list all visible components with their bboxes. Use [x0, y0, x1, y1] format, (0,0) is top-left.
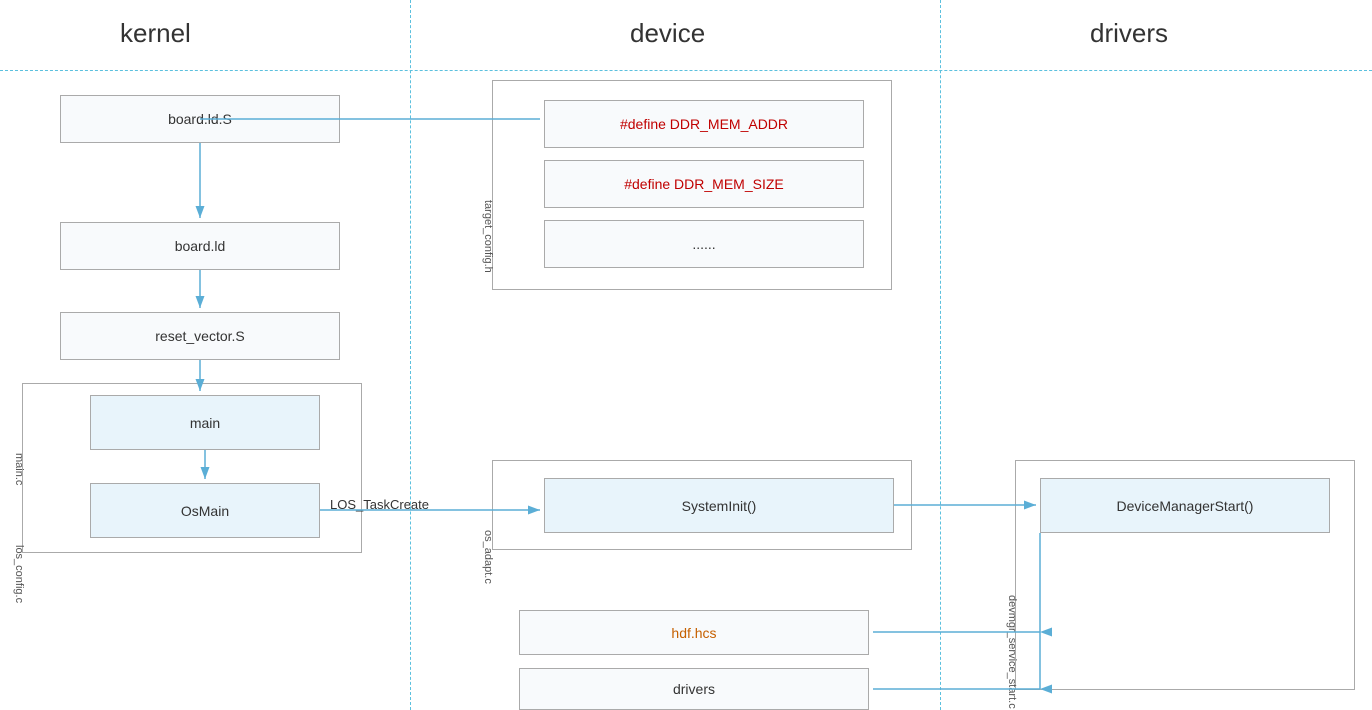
box-system-init: SystemInit() [544, 478, 894, 533]
box-hdf-hcs: hdf.hcs [519, 610, 869, 655]
box-drivers: drivers [519, 668, 869, 710]
box-define-ddr-size: #define DDR_MEM_SIZE [544, 160, 864, 208]
box-main: main [90, 395, 320, 450]
box-define-ddr-addr: #define DDR_MEM_ADDR [544, 100, 864, 148]
header-device: device [630, 18, 705, 49]
header-kernel: kernel [120, 18, 191, 49]
diagram: kernel device drivers main.c los_config.… [0, 0, 1372, 710]
label-os-adapt: os_adapt.c [482, 530, 494, 584]
box-osmain: OsMain [90, 483, 320, 538]
label-los-config: los_config.c [13, 545, 25, 603]
box-device-mgr: DeviceManagerStart() [1040, 478, 1330, 533]
label-target-config: target_config.h [482, 200, 494, 273]
box-board-ld: board.ld [60, 222, 340, 270]
label-los-taskcreate: LOS_TaskCreate [330, 497, 429, 512]
header-drivers: drivers [1090, 18, 1168, 49]
label-main-c: main.c [13, 453, 25, 485]
box-dots: ...... [544, 220, 864, 268]
box-reset-vector: reset_vector.S [60, 312, 340, 360]
label-devmgr-service: devmgr_service_start.c [1006, 595, 1018, 709]
v-divider-2 [940, 0, 941, 710]
v-divider-1 [410, 0, 411, 710]
h-divider [0, 70, 1372, 71]
box-board-ld-s: board.ld.S [60, 95, 340, 143]
